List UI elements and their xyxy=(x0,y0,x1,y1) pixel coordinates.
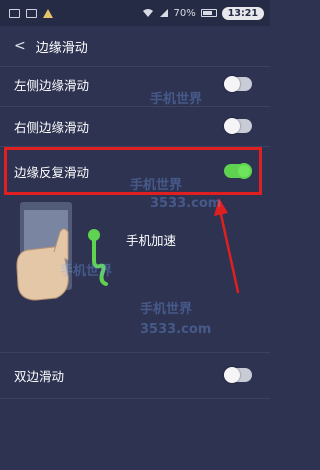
watermark: 手机世界 xyxy=(150,92,203,107)
app-bar: < 边缘滑动 xyxy=(0,26,270,66)
setting-label: 左侧边缘滑动 xyxy=(14,77,90,93)
signal-icon xyxy=(159,9,168,17)
setting-label: 右侧边缘滑动 xyxy=(14,119,90,135)
toggle-knob xyxy=(224,118,240,134)
toggle-knob xyxy=(224,367,240,383)
watermark: 手机世界 xyxy=(60,264,113,279)
wifi-icon xyxy=(142,9,153,17)
system-icons: 70% 13:21 xyxy=(142,6,264,20)
back-arrow-icon[interactable]: < xyxy=(14,38,26,54)
setting-row-right-edge[interactable]: 右侧边缘滑动 xyxy=(0,104,270,148)
toggle-both-edges[interactable] xyxy=(224,367,252,383)
gesture-illustration xyxy=(16,202,108,301)
watermark: 手机世界 xyxy=(140,302,193,317)
battery-icon xyxy=(200,9,217,17)
row-divider xyxy=(0,398,270,399)
toggle-knob xyxy=(224,76,240,92)
warning-icon xyxy=(43,8,53,18)
notification-box-icon xyxy=(9,8,20,18)
toggle-right-edge[interactable] xyxy=(224,118,252,134)
notification-image-icon xyxy=(26,8,37,18)
watermark: 手机世界 xyxy=(130,178,183,193)
annotation-arrow-icon xyxy=(214,198,240,294)
notification-icons xyxy=(9,8,53,18)
toggle-left-edge[interactable] xyxy=(224,76,252,92)
setting-row-both-edges[interactable]: 双边滑动 xyxy=(0,353,270,397)
setting-label: 双边滑动 xyxy=(14,368,65,384)
watermark: 3533.com xyxy=(150,196,222,211)
illustration-caption: 手机加速 xyxy=(126,233,177,248)
status-bar: 70% 13:21 xyxy=(0,0,270,26)
clock: 13:21 xyxy=(221,6,264,20)
watermark: 3533.com xyxy=(140,322,212,337)
setting-row-left-edge[interactable]: 左侧边缘滑动 xyxy=(0,62,270,106)
page-title: 边缘滑动 xyxy=(35,40,88,56)
battery-percent: 70% xyxy=(173,7,196,19)
